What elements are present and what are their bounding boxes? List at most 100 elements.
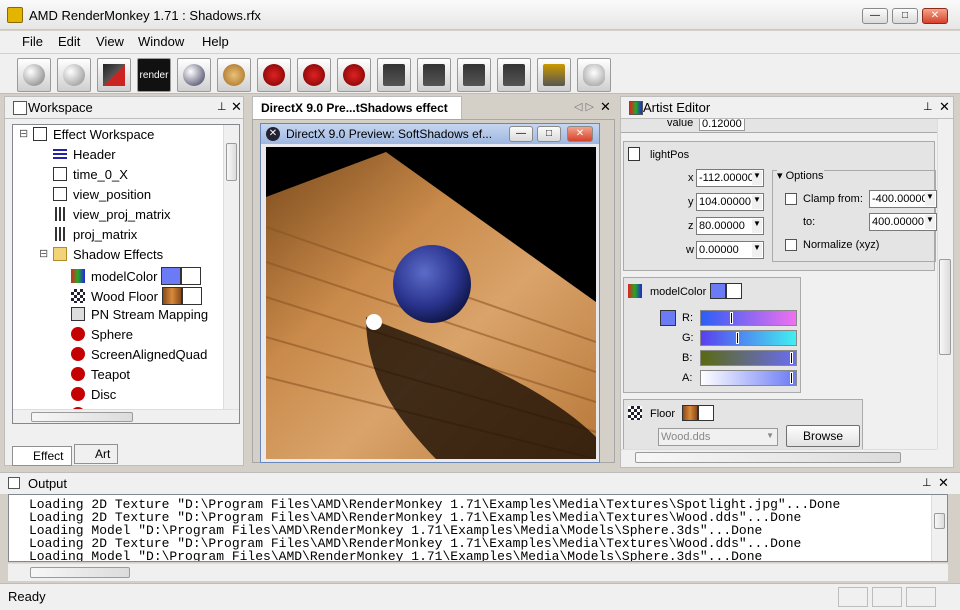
camera-button-3[interactable] xyxy=(457,58,491,92)
collapse-icon[interactable]: ⊟ xyxy=(19,127,28,140)
add-effect-button[interactable] xyxy=(57,58,91,92)
color-preview[interactable] xyxy=(660,310,676,326)
edit-shader-button[interactable] xyxy=(97,58,131,92)
output-hscroll-thumb[interactable] xyxy=(30,567,130,578)
g-slider-knob[interactable] xyxy=(736,332,739,344)
output-horizontal-scrollbar[interactable] xyxy=(8,563,948,581)
add-variable-button[interactable] xyxy=(257,58,291,92)
normalize-checkbox[interactable] xyxy=(785,239,797,251)
dropdown-icon[interactable]: ▼ xyxy=(925,215,935,229)
menu-window[interactable]: Window xyxy=(138,34,184,49)
a-slider-knob[interactable] xyxy=(790,372,793,384)
camera-button-4[interactable] xyxy=(497,58,531,92)
camera-button-5[interactable] xyxy=(537,58,571,92)
tree-item[interactable]: Teapot xyxy=(71,367,130,385)
mouse-button[interactable] xyxy=(577,58,611,92)
tree-item[interactable]: ⊟ Shadow Effects xyxy=(39,247,163,265)
artist-vertical-scrollbar[interactable] xyxy=(937,119,953,449)
dropdown-icon[interactable]: ▼ xyxy=(925,192,935,206)
tree-item[interactable]: PN Stream Mapping xyxy=(71,307,208,325)
tree-item[interactable]: view_proj_matrix xyxy=(53,207,171,225)
camera-gold-icon xyxy=(543,64,565,86)
color-swatch[interactable] xyxy=(710,283,726,299)
lightpos-w-field[interactable]: 0.00000 ▼ xyxy=(696,241,764,259)
alpha-swatch[interactable] xyxy=(726,283,742,299)
tree-vscroll-thumb[interactable] xyxy=(226,143,237,181)
tree-item[interactable]: view_position xyxy=(53,187,151,205)
tree-horizontal-scrollbar[interactable] xyxy=(13,409,239,423)
tab-document[interactable]: DirectX 9.0 Pre...tShadows effect xyxy=(252,96,462,120)
minimize-button[interactable]: — xyxy=(862,8,888,24)
pin-icon[interactable]: ⊥ xyxy=(217,100,227,113)
menu-help[interactable]: Help xyxy=(202,34,229,49)
tree-item[interactable]: Header xyxy=(53,147,116,165)
close-output-icon[interactable]: ✕ xyxy=(938,475,949,491)
artist-pin-icon[interactable]: ⊥ xyxy=(923,100,933,113)
b-slider-knob[interactable] xyxy=(790,352,793,364)
tree-item[interactable]: proj_matrix xyxy=(53,227,137,245)
output-log[interactable]: Loading 2D Texture "D:\Program Files\AMD… xyxy=(8,494,948,562)
dropdown-icon[interactable]: ▼ xyxy=(752,195,762,209)
lightpos-y-field[interactable]: 104.00000 ▼ xyxy=(696,193,764,211)
preview-maximize-button[interactable]: □ xyxy=(537,126,561,142)
clamp-to-field[interactable]: 400.00000 ▼ xyxy=(869,213,937,231)
camera-button-1[interactable] xyxy=(377,58,411,92)
clamp-from-field[interactable]: -400.00000 ▼ xyxy=(869,190,937,208)
lightpos-x-field[interactable]: -112.00000 ▼ xyxy=(696,169,764,187)
lightpos-z-field[interactable]: 80.00000 ▼ xyxy=(696,217,764,235)
render-viewport[interactable] xyxy=(266,147,596,459)
preview-close-button[interactable]: ✕ xyxy=(567,126,593,142)
workspace-tree[interactable]: ⊟ Effect Workspace Header time_0_X view_posi… xyxy=(12,124,240,424)
tab-effect[interactable]: Effect xyxy=(12,446,72,466)
output-vertical-scrollbar[interactable] xyxy=(931,495,947,561)
tree-hscroll-thumb[interactable] xyxy=(31,412,133,422)
dropdown-icon[interactable]: ▼ xyxy=(752,219,762,233)
preview-minimize-button[interactable]: — xyxy=(509,126,533,142)
artist-vscroll-thumb[interactable] xyxy=(939,259,951,355)
maximize-button[interactable]: □ xyxy=(892,8,918,24)
menu-file[interactable]: File xyxy=(22,34,43,49)
output-vscroll-thumb[interactable] xyxy=(934,513,945,529)
tree-item[interactable]: Wood Floor xyxy=(71,287,202,305)
close-button[interactable]: ✕ xyxy=(922,8,948,24)
tree-vertical-scrollbar[interactable] xyxy=(223,125,239,409)
preview-button[interactable] xyxy=(177,58,211,92)
close-document-icon[interactable]: ✕ xyxy=(600,99,611,115)
browse-button[interactable]: Browse xyxy=(786,425,860,447)
preview-window: ✕ DirectX 9.0 Preview: SoftShadows ef...… xyxy=(260,123,600,463)
artist-editor-panel: Artist Editor ⊥ ✕ value 0.12000 lightPos… xyxy=(620,96,954,468)
render-button[interactable]: render xyxy=(137,58,171,92)
output-pin-icon[interactable]: ⊥ xyxy=(922,476,932,489)
artist-hscroll-thumb[interactable] xyxy=(635,452,901,463)
menu-edit[interactable]: Edit xyxy=(58,34,80,49)
tab-scroll-icon[interactable]: ◁ ▷ xyxy=(574,100,594,113)
b-slider[interactable] xyxy=(700,350,797,366)
r-slider-knob[interactable] xyxy=(730,312,733,324)
add-texture-button[interactable] xyxy=(297,58,331,92)
variable-add-icon xyxy=(263,64,285,86)
dropdown-icon[interactable]: ▼ xyxy=(752,243,762,257)
menu-view[interactable]: View xyxy=(96,34,124,49)
dropdown-icon[interactable]: ▼ xyxy=(752,171,762,185)
clamp-checkbox[interactable] xyxy=(785,193,797,205)
tree-item[interactable]: time_0_X xyxy=(53,167,128,185)
tree-item[interactable]: ⊟ Effect Workspace xyxy=(19,127,154,145)
tree-item[interactable]: modelColor xyxy=(71,267,202,285)
g-slider[interactable] xyxy=(700,330,797,346)
close-artist-icon[interactable]: ✕ xyxy=(939,99,950,115)
add-stream-button[interactable] xyxy=(337,58,371,92)
tree-item[interactable]: Disc xyxy=(71,387,116,405)
tab-art[interactable]: Art xyxy=(74,444,118,464)
artist-palette-button[interactable] xyxy=(217,58,251,92)
new-workspace-button[interactable] xyxy=(17,58,51,92)
a-slider[interactable] xyxy=(700,370,797,386)
tree-item[interactable]: ScreenAlignedQuad xyxy=(71,347,207,365)
collapse-icon[interactable]: ⊟ xyxy=(39,247,48,260)
camera-button-2[interactable] xyxy=(417,58,451,92)
texture-select[interactable]: Wood.dds ▼ xyxy=(658,428,778,446)
tree-item[interactable]: Sphere xyxy=(71,327,133,345)
close-workspace-icon[interactable]: ✕ xyxy=(231,99,242,115)
artist-horizontal-scrollbar[interactable] xyxy=(621,449,937,465)
artist-title: Artist Editor xyxy=(643,100,711,115)
r-slider[interactable] xyxy=(700,310,797,326)
